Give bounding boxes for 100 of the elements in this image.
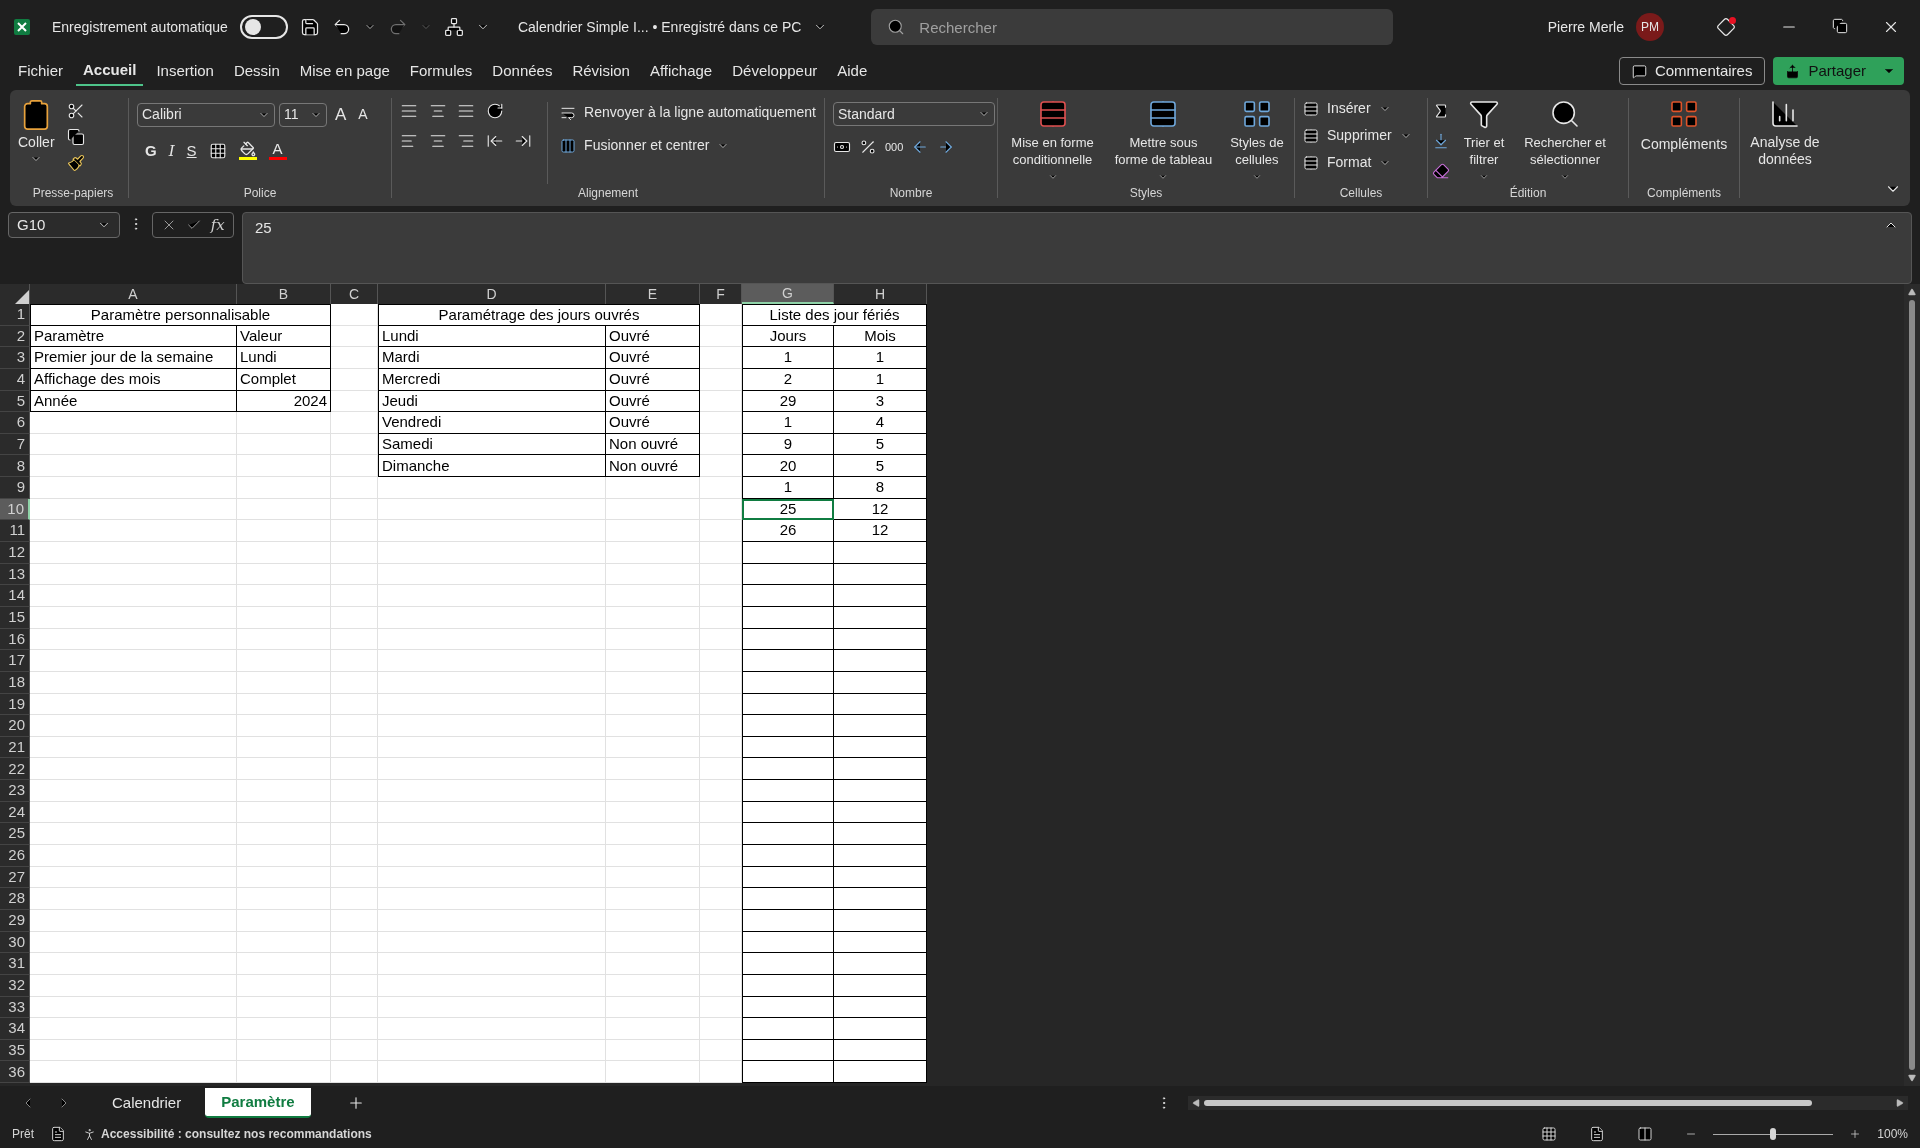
font-color-button[interactable]: A	[268, 141, 287, 161]
row-header[interactable]: 23	[0, 780, 30, 802]
row-header[interactable]: 17	[0, 650, 30, 672]
diamond-icon[interactable]	[1716, 17, 1736, 37]
row-header[interactable]: 33	[0, 996, 30, 1019]
zoom-slider-thumb[interactable]	[1770, 1128, 1777, 1140]
macro-icon[interactable]	[50, 1126, 66, 1142]
align-center-icon[interactable]	[428, 132, 447, 150]
row-header[interactable]: 4	[0, 368, 30, 391]
row-header[interactable]: 20	[0, 715, 30, 737]
share-button[interactable]: Partager	[1773, 57, 1904, 85]
fill-icon[interactable]	[1432, 132, 1450, 150]
align-right-icon[interactable]	[457, 132, 476, 150]
bold-button[interactable]: G	[145, 139, 157, 162]
conditional-format-button[interactable]: Mise en forme conditionnelle	[1002, 98, 1104, 184]
orientation-icon[interactable]	[485, 102, 504, 120]
copy-icon[interactable]	[66, 128, 85, 146]
fill-color-icon[interactable]	[238, 141, 257, 161]
find-select-button[interactable]: Rechercher et sélectionner	[1518, 98, 1612, 184]
normal-view-icon[interactable]	[1541, 1126, 1558, 1142]
zoom-in-icon[interactable]	[1849, 1128, 1862, 1140]
italic-button[interactable]: I	[168, 139, 175, 162]
autosave-toggle[interactable]	[239, 15, 288, 39]
paste-button[interactable]: Coller	[18, 98, 55, 165]
sort-filter-button[interactable]: Trier et filtrer	[1458, 98, 1510, 184]
name-box[interactable]: G10	[8, 212, 120, 238]
cells-button[interactable]: Format	[1303, 152, 1419, 173]
zoom-level[interactable]: 100%	[1877, 1125, 1908, 1143]
format-painter-icon[interactable]	[66, 154, 85, 172]
menu-tab[interactable]: Données	[485, 56, 560, 86]
row-header[interactable]: 26	[0, 845, 30, 867]
diagram-icon[interactable]	[443, 17, 464, 37]
insert-function-button[interactable]: fx	[210, 213, 225, 237]
menu-tab[interactable]: Accueil	[76, 56, 144, 86]
page-layout-icon[interactable]	[1589, 1126, 1606, 1142]
row-header[interactable]: 22	[0, 758, 30, 781]
wrap-text-button[interactable]: Renvoyer à la ligne automatiquement	[560, 102, 816, 123]
row-header[interactable]: 34	[0, 1018, 30, 1040]
row-header[interactable]: 7	[0, 433, 30, 456]
save-icon[interactable]	[299, 17, 320, 37]
row-header[interactable]: 25	[0, 823, 30, 845]
row-header[interactable]: 6	[0, 412, 30, 434]
grow-font-button[interactable]: A	[331, 102, 351, 128]
increase-indent-icon[interactable]	[514, 132, 533, 150]
search-field[interactable]: Rechercher	[871, 9, 1394, 45]
row-header[interactable]: 19	[0, 693, 30, 716]
row-header[interactable]: 29	[0, 909, 30, 932]
menu-tab[interactable]: Insertion	[149, 56, 221, 86]
vertical-scrollbar[interactable]	[1904, 284, 1920, 1086]
font-size-field[interactable]: 11	[279, 102, 327, 127]
row-header[interactable]: 11	[0, 520, 30, 543]
menu-tab[interactable]: Aide	[830, 56, 875, 86]
document-title[interactable]: Calendrier Simple I... • Enregistré dans ce PC	[517, 16, 802, 38]
row-header[interactable]: 36	[0, 1061, 30, 1084]
row-header[interactable]: 24	[0, 801, 30, 824]
comments-button[interactable]: Commentaires	[1618, 57, 1766, 85]
row-header[interactable]: 28	[0, 888, 30, 910]
row-header[interactable]: 21	[0, 736, 30, 759]
align-middle-icon[interactable]	[428, 102, 447, 120]
row-header[interactable]: 5	[0, 390, 30, 413]
row-header[interactable]: 16	[0, 628, 30, 651]
font-name-field[interactable]: Calibri	[137, 102, 275, 127]
row-header[interactable]: 14	[0, 585, 30, 607]
row-header[interactable]: 9	[0, 477, 30, 499]
percent-icon[interactable]	[859, 138, 877, 156]
row-header[interactable]: 31	[0, 953, 30, 975]
format-as-table-button[interactable]: Mettre sous forme de tableau	[1107, 98, 1220, 184]
shrink-font-button[interactable]: A	[354, 104, 372, 126]
row-header[interactable]: 1	[0, 304, 30, 326]
row-header[interactable]: 13	[0, 563, 30, 586]
menu-tab[interactable]: Développeur	[725, 56, 825, 86]
merge-center-button[interactable]: Fusionner et centrer	[560, 135, 816, 156]
sheet-tab[interactable]: Calendrier	[96, 1088, 198, 1118]
cut-icon[interactable]	[66, 102, 85, 120]
row-header[interactable]: 2	[0, 325, 30, 348]
align-top-icon[interactable]	[400, 102, 418, 120]
menu-tab[interactable]: Dessin	[226, 56, 287, 86]
align-left-icon[interactable]	[400, 132, 418, 150]
row-header[interactable]: 27	[0, 866, 30, 889]
cell-styles-button[interactable]: Styles de cellules	[1223, 98, 1290, 184]
restore-icon[interactable]	[1832, 18, 1848, 34]
decrease-indent-icon[interactable]	[485, 132, 504, 150]
data-analysis-button[interactable]: Analyse de données	[1740, 98, 1830, 168]
addins-button[interactable]: Compléments	[1640, 98, 1728, 184]
row-header[interactable]: 3	[0, 347, 30, 369]
row-header[interactable]: 10	[0, 498, 30, 521]
align-bottom-icon[interactable]	[457, 102, 476, 120]
underline-button[interactable]: S	[186, 139, 197, 162]
sheet-tab[interactable]: Paramètre	[205, 1088, 311, 1118]
formula-field[interactable]: 25	[242, 212, 1912, 284]
menu-tab[interactable]: Affichage	[642, 56, 720, 86]
eraser-icon[interactable]	[1432, 162, 1450, 180]
menu-tab[interactable]: Formules	[402, 56, 480, 86]
accessibility-button[interactable]: Accessibilité : consultez nos recommandations	[82, 1125, 372, 1143]
column-header[interactable]: G	[742, 284, 834, 304]
row-header[interactable]: 35	[0, 1039, 30, 1062]
user-avatar[interactable]: PM	[1636, 13, 1664, 41]
row-header[interactable]: 15	[0, 606, 30, 629]
cells-button[interactable]: Supprimer	[1303, 125, 1419, 146]
row-header[interactable]: 18	[0, 671, 30, 694]
